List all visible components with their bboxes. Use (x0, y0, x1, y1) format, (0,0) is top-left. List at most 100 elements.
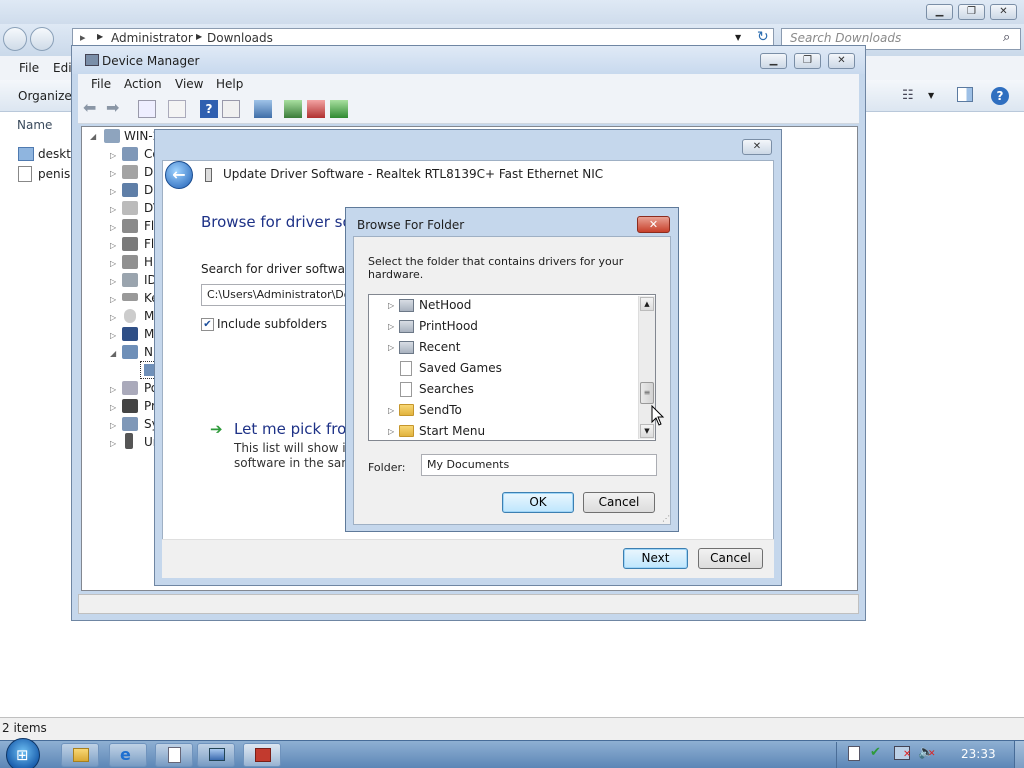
expand-arrow-icon[interactable]: ▷ (110, 439, 118, 448)
help-icon[interactable]: ? (200, 100, 218, 118)
menu-view[interactable]: View (175, 77, 203, 91)
expand-arrow-icon[interactable]: ▷ (110, 403, 118, 412)
taskbar-internet-explorer[interactable]: e (109, 743, 147, 767)
collapse-arrow-icon[interactable]: ◢ (90, 132, 98, 141)
forward-button[interactable] (30, 27, 54, 51)
column-name-header[interactable]: Name (17, 118, 52, 132)
expand-arrow-icon[interactable]: ▷ (110, 331, 118, 340)
help-icon[interactable]: ? (991, 87, 1009, 105)
folder-tree-item[interactable]: Searches (369, 379, 637, 400)
search-icon[interactable]: ⌕ (1003, 30, 1010, 45)
action-center-icon[interactable] (848, 746, 860, 761)
folder-tree-item[interactable]: ▷ Start Menu (369, 421, 637, 442)
folder-input[interactable]: My Documents (421, 454, 657, 476)
expand-arrow-icon[interactable]: ▷ (110, 421, 118, 430)
next-button[interactable]: Next (623, 548, 688, 569)
tree-category[interactable]: Fl (144, 235, 154, 253)
chevron-down-icon[interactable]: ▼ (928, 91, 934, 100)
network-error-icon: ✕ (903, 749, 912, 760)
security-icon[interactable]: ✔ (870, 745, 881, 760)
menu-help[interactable]: Help (216, 77, 243, 91)
expand-arrow-icon[interactable]: ▷ (388, 295, 394, 316)
tree-category[interactable]: M (144, 325, 154, 343)
expand-arrow-icon[interactable]: ▷ (110, 241, 118, 250)
console-tree-icon[interactable] (168, 100, 186, 118)
show-desktop-button[interactable] (1014, 741, 1024, 768)
views-icon[interactable]: ☷ (902, 88, 914, 103)
update-driver-icon[interactable] (284, 100, 302, 118)
breadcrumb-downloads[interactable]: Downloads (207, 31, 273, 45)
expand-arrow-icon[interactable]: ▷ (110, 259, 118, 268)
folder-tree-item[interactable]: ▷ Recent (369, 337, 637, 358)
scroll-up-arrow-icon[interactable]: ▲ (640, 297, 654, 311)
chevron-down-icon[interactable]: ▼ (735, 33, 741, 42)
properties-icon[interactable] (138, 100, 156, 118)
expand-arrow-icon[interactable]: ▷ (388, 400, 394, 421)
expand-arrow-icon[interactable]: ▷ (388, 337, 394, 358)
maximize-button[interactable]: ❐ (794, 53, 821, 69)
expand-arrow-icon[interactable]: ▷ (388, 421, 394, 442)
monitor-icon (122, 327, 138, 341)
taskbar-explorer[interactable] (61, 743, 99, 767)
menu-action[interactable]: Action (124, 77, 162, 91)
minimize-button[interactable]: ▁ (926, 4, 953, 20)
start-button[interactable]: ⊞ (6, 738, 40, 768)
wizard-title: Update Driver Software - Realtek RTL8139… (223, 167, 604, 181)
expand-arrow-icon[interactable]: ▷ (110, 151, 118, 160)
preview-pane-icon[interactable] (957, 87, 973, 102)
cancel-button[interactable]: Cancel (698, 548, 763, 569)
close-button[interactable]: ✕ (990, 4, 1017, 20)
usb-icon (125, 433, 133, 449)
collapse-arrow-icon[interactable]: ◢ (110, 349, 118, 358)
menu-file[interactable]: File (19, 61, 39, 75)
scroll-thumb[interactable]: ≡ (640, 382, 654, 404)
back-icon[interactable]: ⬅ (83, 98, 96, 117)
breadcrumb-administrator[interactable]: Administrator (111, 31, 193, 45)
folder-tree-item[interactable]: ▷ NetHood (369, 295, 637, 316)
close-button[interactable]: ✕ (742, 139, 772, 155)
close-button[interactable]: ✕ (828, 53, 855, 69)
expand-arrow-icon[interactable]: ▷ (110, 223, 118, 232)
pick-driver-link[interactable]: Let me pick from (234, 420, 361, 438)
expand-arrow-icon[interactable]: ▷ (110, 313, 118, 322)
folder-tree-item[interactable]: ▷ PrintHood (369, 316, 637, 337)
tree-category[interactable]: Fl (144, 217, 154, 235)
resize-grip-icon[interactable]: ⋰ (662, 514, 670, 523)
taskbar-notepad[interactable] (155, 743, 193, 767)
tree-category[interactable]: M (144, 307, 154, 325)
back-arrow-icon[interactable]: ← (165, 161, 193, 189)
enable-device-icon[interactable] (330, 100, 348, 118)
scan-hardware-icon[interactable] (254, 100, 272, 118)
expand-arrow-icon[interactable]: ▷ (110, 205, 118, 214)
menu-file[interactable]: File (91, 77, 111, 91)
cancel-button[interactable]: Cancel (583, 492, 655, 513)
refresh-icon[interactable]: ↻ (757, 29, 769, 45)
device-manager-status-bar (78, 594, 859, 614)
computer-icon (85, 54, 99, 66)
minimize-button[interactable]: ▁ (760, 53, 787, 69)
action-pane-icon[interactable] (222, 100, 240, 118)
expand-arrow-icon[interactable]: ▷ (110, 169, 118, 178)
ok-button[interactable]: OK (502, 492, 574, 513)
expand-arrow-icon[interactable]: ▷ (388, 316, 394, 337)
expand-arrow-icon[interactable]: ▷ (110, 187, 118, 196)
folder-tree[interactable]: ▷ NetHood ▷ PrintHood ▷ Recent Saved Games Sear… (368, 294, 656, 441)
clock[interactable]: 23:33 (961, 747, 996, 761)
include-subfolders-checkbox[interactable]: ✔ (201, 318, 214, 331)
tree-category-network[interactable]: N (144, 343, 153, 361)
taskbar-remote-desktop[interactable] (197, 743, 235, 767)
expand-arrow-icon[interactable]: ▷ (110, 295, 118, 304)
back-button[interactable] (3, 27, 27, 51)
file-item-2[interactable]: penis. (38, 167, 74, 181)
close-button[interactable]: ✕ (637, 216, 670, 233)
expand-arrow-icon[interactable]: ▷ (110, 385, 118, 394)
expand-arrow-icon[interactable]: ▷ (110, 277, 118, 286)
folder-tree-item[interactable]: Saved Games (369, 358, 637, 379)
organize-button[interactable]: Organize (18, 89, 72, 103)
forward-icon[interactable]: ➡ (106, 98, 119, 117)
folder-tree-item[interactable]: ▷ SendTo (369, 400, 637, 421)
maximize-button[interactable]: ❐ (958, 4, 985, 20)
disable-device-icon[interactable] (307, 100, 325, 118)
taskbar-device-manager[interactable] (243, 743, 281, 767)
folder-tree-label: Searches (419, 382, 474, 396)
